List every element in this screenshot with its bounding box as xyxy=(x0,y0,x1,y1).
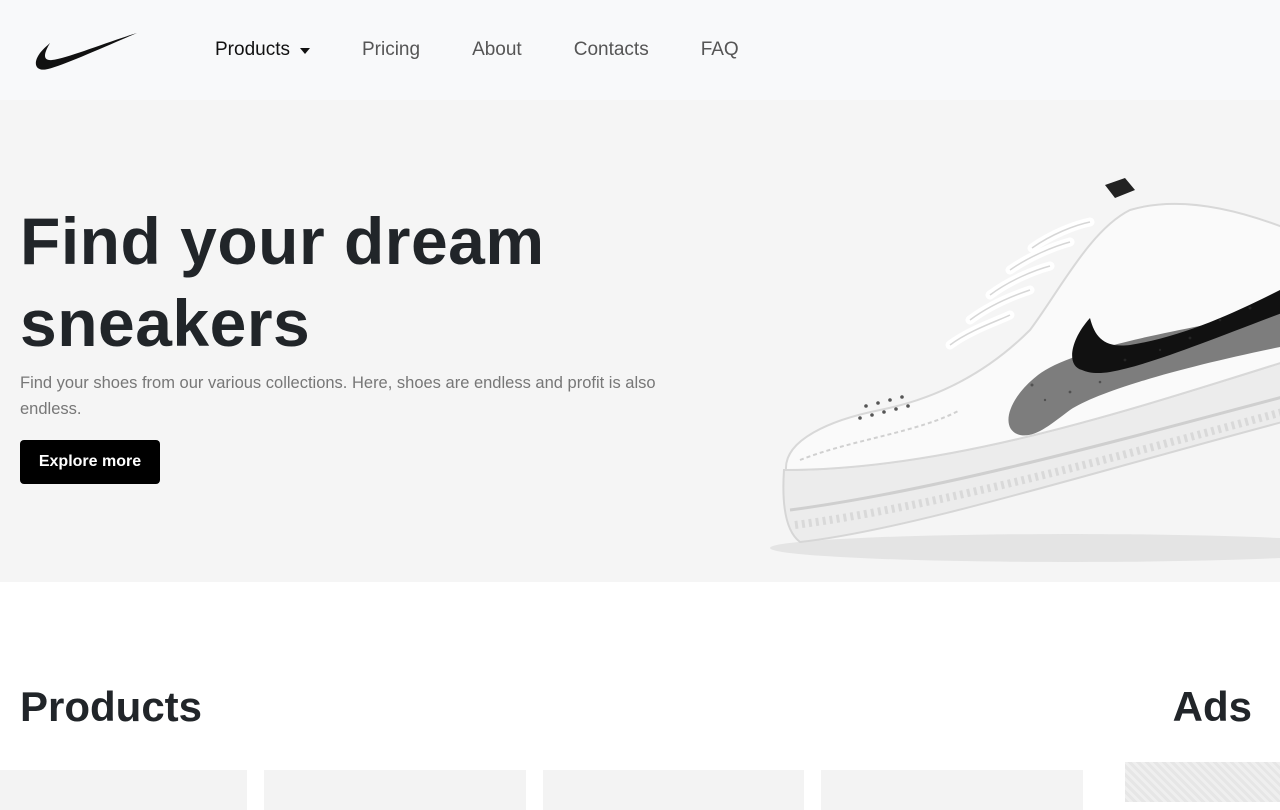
navbar: Products Pricing About Contacts FAQ xyxy=(0,0,1280,100)
product-card[interactable] xyxy=(543,770,804,810)
nav-item-about[interactable]: About xyxy=(472,39,522,61)
nav-item-label: About xyxy=(472,39,522,60)
product-card[interactable] xyxy=(264,770,526,810)
nav-item-label: Contacts xyxy=(573,39,649,60)
swoosh-logo-icon[interactable] xyxy=(34,31,138,71)
hero-title: Find your dream sneakers xyxy=(20,204,545,360)
caret-down-icon xyxy=(299,48,310,54)
nav-links: Products Pricing About Contacts FAQ xyxy=(215,0,791,100)
nav-item-products[interactable]: Products xyxy=(215,39,310,61)
product-card[interactable] xyxy=(0,770,247,810)
product-card[interactable] xyxy=(821,770,1083,810)
nav-item-pricing[interactable]: Pricing xyxy=(362,39,420,61)
ads-heading: Ads xyxy=(1172,683,1252,730)
nav-item-label: Products xyxy=(215,39,290,60)
ad-image[interactable] xyxy=(1125,762,1280,802)
products-heading: Products xyxy=(20,683,203,730)
sneaker-image xyxy=(770,178,1280,562)
hero-description: Find your shoes from our various collect… xyxy=(20,374,656,418)
nav-item-label: Pricing xyxy=(361,39,421,60)
nav-item-contacts[interactable]: Contacts xyxy=(574,39,649,61)
hero-section: Find your dream sneakers Find your shoes… xyxy=(0,100,1280,582)
nav-item-faq[interactable]: FAQ xyxy=(701,39,739,61)
explore-more-button[interactable]: Explore more xyxy=(20,440,160,484)
nav-item-label: FAQ xyxy=(700,39,739,60)
